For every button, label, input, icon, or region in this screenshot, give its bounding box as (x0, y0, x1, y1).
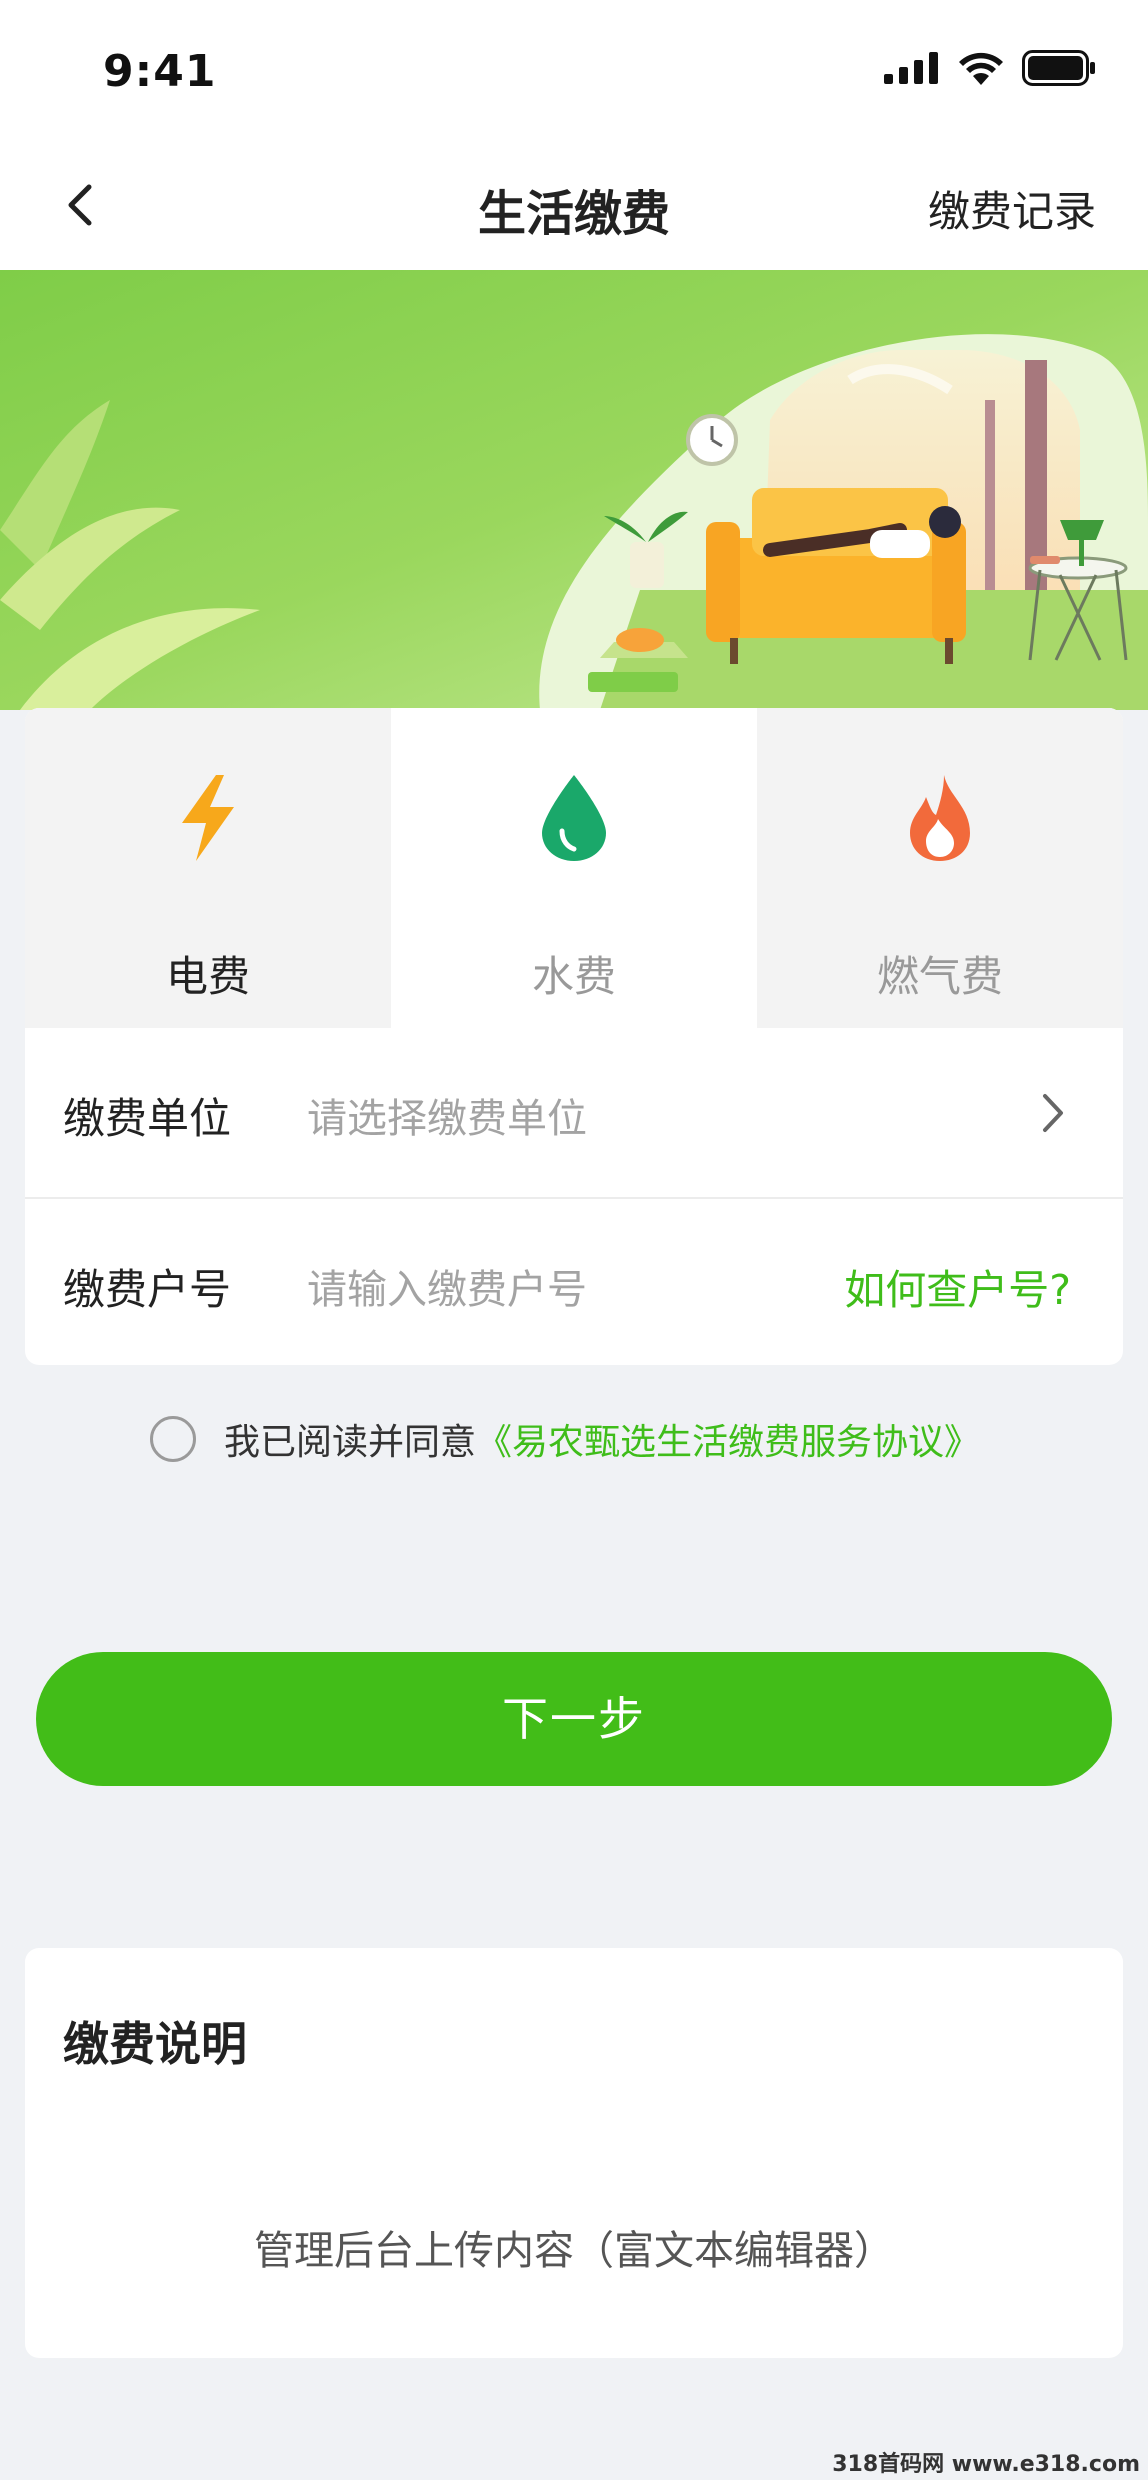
banner-illustration (0, 270, 1148, 710)
tab-water-label: 水费 (531, 952, 616, 1001)
account-number-input[interactable]: 请输入缴费户号 (307, 1257, 587, 1315)
flame-icon (910, 775, 970, 861)
watermark: 318首码网 www.e318.com (832, 2452, 1140, 2477)
wifi-icon (959, 52, 1003, 85)
payment-info-card: 缴费说明 管理后台上传内容（富文本编辑器） (25, 1948, 1123, 2358)
tab-electricity[interactable]: 电费 (25, 708, 391, 1028)
account-number-label: 缴费户号 (63, 1265, 232, 1314)
nav-bar: 生活缴费 缴费记录 (0, 140, 1148, 270)
lightning-icon (182, 775, 234, 861)
account-number-row: 缴费户号 请输入缴费户号 如何查户号? (25, 1199, 1123, 1365)
agreement-text: 我已阅读并同意 (224, 1422, 477, 1463)
agreement-row: 我已阅读并同意 《易农甄选生活缴费服务协议》 (150, 1413, 980, 1465)
payment-unit-select[interactable]: 请选择缴费单位 (307, 1086, 587, 1144)
agreement-checkbox[interactable] (150, 1416, 196, 1462)
status-bar: 9:41 (0, 0, 1148, 140)
payment-unit-row[interactable]: 缴费单位 请选择缴费单位 (25, 1028, 1123, 1198)
chevron-left-icon (68, 184, 92, 226)
utility-tabs: 电费 水费 燃气费 (25, 708, 1123, 1028)
back-button[interactable] (50, 170, 110, 240)
payment-form-card: 电费 水费 燃气费 缴费单位 请选择缴费单位 缴费户号 请输入缴费户号 如何查户… (25, 708, 1123, 1365)
agreement-link[interactable]: 《易农甄选生活缴费服务协议》 (476, 1413, 980, 1465)
tab-water[interactable]: 水费 (391, 708, 757, 1028)
payment-info-content: 管理后台上传内容（富文本编辑器） (254, 2228, 894, 2274)
tab-gas[interactable]: 燃气费 (757, 708, 1123, 1028)
water-drop-icon (542, 775, 606, 861)
status-time: 9:41 (103, 46, 217, 97)
status-icons (884, 50, 1096, 86)
next-button[interactable]: 下一步 (36, 1652, 1112, 1786)
tab-electricity-label: 电费 (165, 952, 250, 1001)
payment-unit-label: 缴费单位 (63, 1094, 232, 1143)
payment-info-title: 缴费说明 (63, 2017, 247, 2071)
payment-records-link[interactable]: 缴费记录 (928, 178, 1096, 239)
account-help-link[interactable]: 如何查户号? (844, 1256, 1071, 1316)
tab-gas-label: 燃气费 (876, 952, 1003, 1001)
battery-icon (1022, 50, 1095, 86)
signal-icon (884, 52, 938, 84)
chevron-right-icon (1043, 1094, 1063, 1132)
